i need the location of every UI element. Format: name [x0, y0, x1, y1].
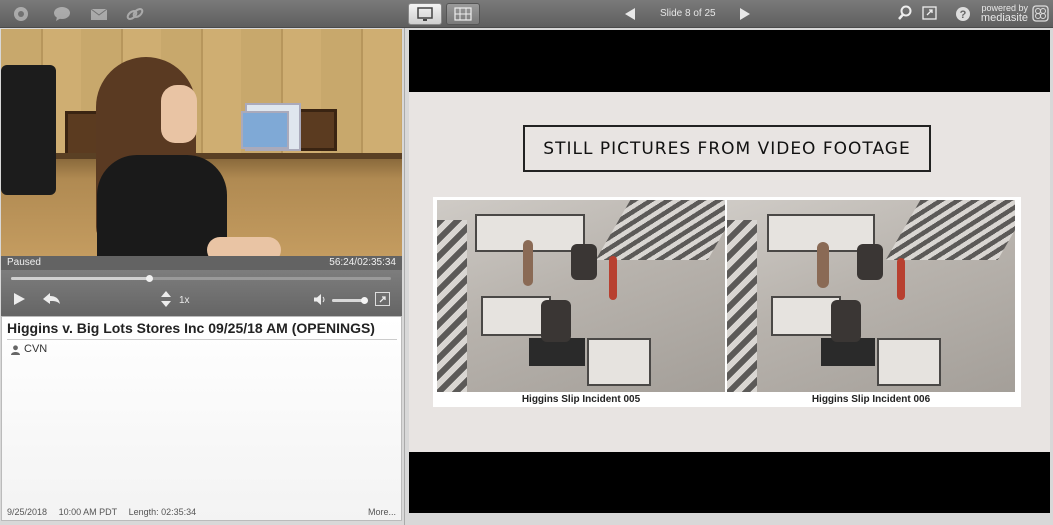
- presentation-meta: 9/25/2018 10:00 AM PDT Length: 02:35:34: [7, 507, 205, 517]
- play-button[interactable]: [14, 293, 25, 305]
- popout-icon[interactable]: [922, 6, 937, 20]
- dashboard-icon[interactable]: [12, 6, 30, 22]
- slide-toolbar: Slide 8 of 25 ? powered by mediasite: [404, 0, 1053, 28]
- slide-counter: Slide 8 of 25: [660, 8, 716, 19]
- presentation-info-panel: Higgins v. Big Lots Stores Inc 09/25/18 …: [1, 316, 402, 521]
- photo-caption: Higgins Slip Incident 005: [521, 394, 641, 405]
- chat-icon[interactable]: [53, 6, 71, 22]
- mail-icon[interactable]: [90, 6, 108, 22]
- attorney-figure: [207, 237, 281, 256]
- presentation-date: 9/25/2018: [7, 507, 48, 517]
- surveillance-photo: [727, 200, 1015, 392]
- video-status-bar: Paused 56:24/02:35:34: [1, 256, 402, 270]
- mediasite-logo-icon: [1032, 5, 1049, 22]
- picture-frame: [297, 109, 337, 151]
- playback-status: Paused: [7, 257, 41, 268]
- search-icon[interactable]: [897, 5, 913, 21]
- presentation-time: 10:00 AM PDT: [58, 507, 118, 517]
- slide-title: STILL PICTURES FROM VIDEO FOOTAGE: [543, 138, 911, 159]
- attorney-figure: [161, 85, 197, 143]
- person-icon: [11, 345, 20, 355]
- previous-slide-button[interactable]: [625, 8, 635, 20]
- judge-chair: [1, 65, 56, 195]
- mediasite-player: Slide 8 of 25 ? powered by mediasite Pau…: [0, 0, 1053, 525]
- attorney-figure: [97, 155, 227, 256]
- monitor-icon: [417, 7, 433, 21]
- svg-text:?: ?: [960, 9, 967, 21]
- slide-panel: STILL PICTURES FROM VIDEO FOOTAGE Higgin…: [404, 28, 1053, 525]
- more-link[interactable]: More...: [368, 507, 396, 517]
- seek-bar[interactable]: [11, 275, 391, 282]
- speed-adjust-icon[interactable]: [161, 291, 171, 307]
- playback-speed[interactable]: 1x: [179, 295, 190, 306]
- volume-icon[interactable]: [314, 294, 326, 305]
- presenter-name[interactable]: CVN: [24, 343, 47, 355]
- jump-back-icon[interactable]: [41, 292, 61, 306]
- courtroom-wall: [1, 29, 402, 159]
- help-icon[interactable]: ?: [955, 6, 971, 22]
- grid-view-button[interactable]: [446, 3, 480, 25]
- grid-icon: [454, 7, 472, 21]
- courtroom-monitor: [241, 111, 289, 149]
- powered-by-label: powered by mediasite: [980, 3, 1028, 24]
- divider: [7, 339, 397, 340]
- expand-icon: [379, 296, 386, 303]
- next-slide-button[interactable]: [740, 8, 750, 20]
- presentation-length: Length: 02:35:34: [128, 507, 197, 517]
- volume-slider[interactable]: [332, 297, 369, 304]
- video-frame[interactable]: [1, 29, 402, 256]
- slide-image: STILL PICTURES FROM VIDEO FOOTAGE Higgin…: [409, 92, 1050, 452]
- player-controls: 1x: [1, 270, 402, 316]
- volume-thumb[interactable]: [361, 297, 369, 304]
- photo-caption: Higgins Slip Incident 006: [811, 394, 931, 405]
- seek-bar-thumb[interactable]: [145, 275, 153, 282]
- volume-level: [332, 299, 365, 302]
- slide-viewport: STILL PICTURES FROM VIDEO FOOTAGE Higgin…: [409, 30, 1050, 513]
- surveillance-photo: [437, 200, 725, 392]
- fullscreen-button[interactable]: [375, 292, 390, 306]
- slide-photos: Higgins Slip Incident 005 Higgins Slip I…: [433, 197, 1021, 407]
- link-icon[interactable]: [126, 6, 144, 22]
- single-slide-view-button[interactable]: [408, 3, 442, 25]
- seek-bar-progress: [11, 277, 149, 280]
- playback-time: 56:24/02:35:34: [329, 257, 396, 268]
- presentation-title: Higgins v. Big Lots Stores Inc 09/25/18 …: [7, 320, 375, 336]
- slide-title-box: STILL PICTURES FROM VIDEO FOOTAGE: [523, 125, 931, 172]
- left-toolbar: [0, 0, 404, 28]
